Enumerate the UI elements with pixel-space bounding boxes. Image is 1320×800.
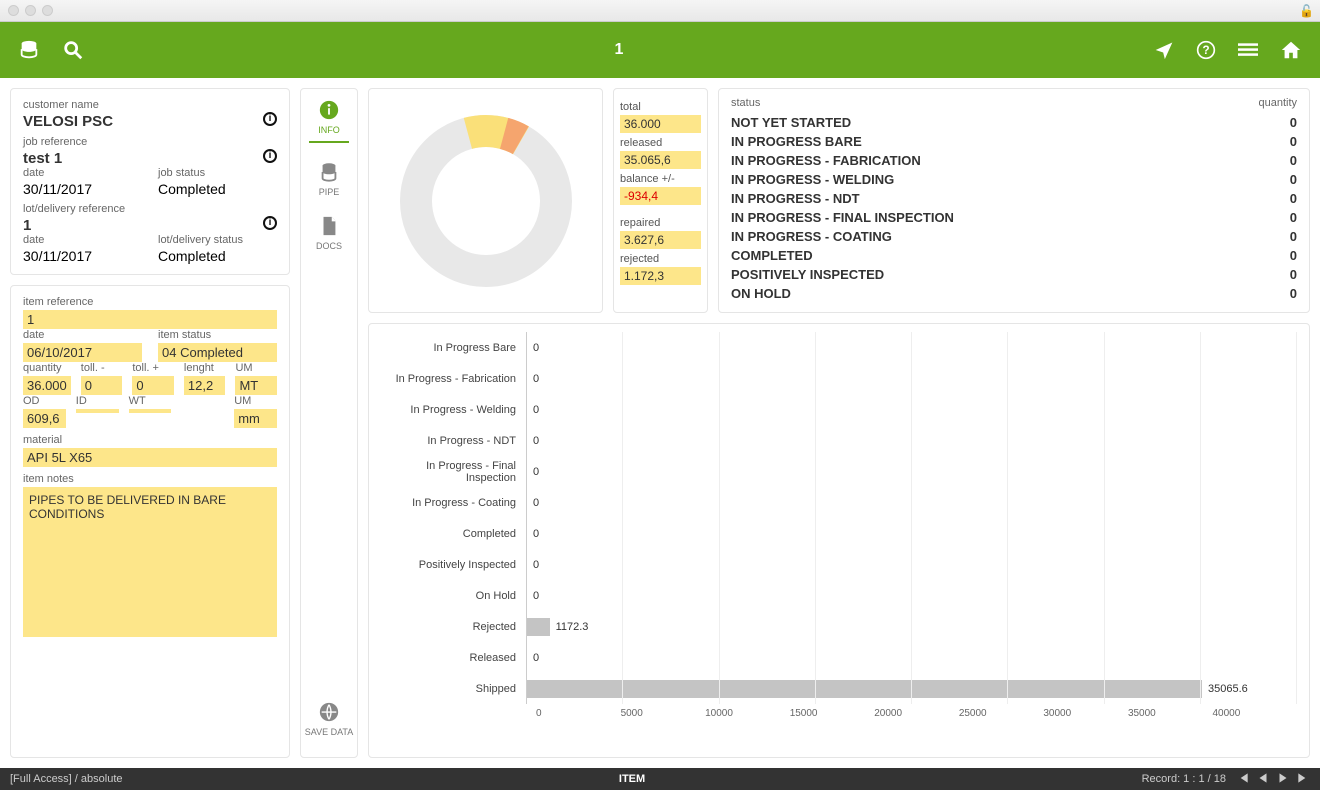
bar-row: In Progress - NDT0 bbox=[381, 425, 1297, 456]
info-icon[interactable]: i bbox=[263, 112, 277, 126]
job-ref-label: job reference bbox=[23, 136, 277, 148]
status-row: IN PROGRESS - FINAL INSPECTION0 bbox=[731, 208, 1297, 227]
stat-repaired: 3.627,6 bbox=[620, 231, 701, 249]
nav-last-icon[interactable] bbox=[1296, 771, 1310, 788]
home-icon[interactable] bbox=[1280, 39, 1302, 61]
tab-info[interactable]: INFO bbox=[309, 99, 349, 143]
status-row: ON HOLD0 bbox=[731, 284, 1297, 303]
tab-docs[interactable]: DOCS bbox=[316, 215, 342, 251]
location-icon[interactable] bbox=[1154, 40, 1174, 60]
job-status: Completed bbox=[158, 181, 277, 197]
lot-ref: 1 bbox=[23, 217, 277, 234]
nav-prev-icon[interactable] bbox=[1256, 771, 1270, 788]
save-data-button[interactable]: SAVE DATA bbox=[305, 701, 354, 737]
bar-row: Shipped35065.6 bbox=[381, 673, 1297, 704]
status-row: NOT YET STARTED0 bbox=[731, 113, 1297, 132]
window-close-icon[interactable] bbox=[8, 5, 19, 16]
item-date[interactable]: 06/10/2017 bbox=[23, 343, 142, 362]
menu-icon[interactable] bbox=[1238, 40, 1258, 60]
info-icon[interactable]: i bbox=[263, 149, 277, 163]
item-wt[interactable] bbox=[129, 409, 172, 413]
search-icon[interactable] bbox=[62, 39, 84, 61]
customer-name-label: customer name bbox=[23, 99, 277, 111]
help-icon[interactable]: ? bbox=[1196, 40, 1216, 60]
database-icon[interactable] bbox=[18, 39, 40, 61]
bar-row: In Progress - Fabrication0 bbox=[381, 363, 1297, 394]
status-row: COMPLETED0 bbox=[731, 246, 1297, 265]
bar-row: In Progress Bare0 bbox=[381, 332, 1297, 363]
window-titlebar: 🔓 bbox=[0, 0, 1320, 22]
item-len[interactable]: 12,2 bbox=[184, 376, 226, 395]
bar-row: In Progress - Coating0 bbox=[381, 487, 1297, 518]
footer-mode: ITEM bbox=[123, 773, 1142, 785]
stat-total: 36.000 bbox=[620, 115, 701, 133]
item-notes[interactable]: PIPES TO BE DELIVERED IN BARE CONDITIONS bbox=[23, 487, 277, 637]
donut-chart bbox=[368, 88, 603, 313]
lot-date: 30/11/2017 bbox=[23, 248, 142, 264]
status-row: IN PROGRESS - FABRICATION0 bbox=[731, 151, 1297, 170]
bar-row: In Progress - Welding0 bbox=[381, 394, 1297, 425]
toolbar: 1 ? bbox=[0, 22, 1320, 78]
side-tabs: INFO PIPE DOCS SAVE DATA bbox=[300, 88, 358, 758]
info-icon[interactable]: i bbox=[263, 216, 277, 230]
nav-first-icon[interactable] bbox=[1236, 771, 1250, 788]
job-ref: test 1 bbox=[23, 150, 277, 167]
bar-row: Rejected1172.3 bbox=[381, 611, 1297, 642]
item-tolp[interactable]: 0 bbox=[132, 376, 174, 395]
item-card: item reference 1 date06/10/2017 item sta… bbox=[10, 285, 290, 758]
bar-row: On Hold0 bbox=[381, 580, 1297, 611]
item-um[interactable]: MT bbox=[235, 376, 277, 395]
nav-next-icon[interactable] bbox=[1276, 771, 1290, 788]
item-od[interactable]: 609,6 bbox=[23, 409, 66, 428]
svg-text:?: ? bbox=[1202, 44, 1209, 57]
item-qty[interactable]: 36.000 bbox=[23, 376, 71, 395]
item-status[interactable]: 04 Completed bbox=[158, 343, 277, 362]
customer-card: customer name VELOSI PSC i job reference… bbox=[10, 88, 290, 275]
status-row: IN PROGRESS - NDT0 bbox=[731, 189, 1297, 208]
record-indicator: Record: 1 : 1 / 18 bbox=[1142, 773, 1226, 785]
lock-icon[interactable]: 🔓 bbox=[1299, 4, 1314, 18]
status-row: IN PROGRESS - COATING0 bbox=[731, 227, 1297, 246]
item-ref[interactable]: 1 bbox=[23, 310, 277, 329]
stat-rejected: 1.172,3 bbox=[620, 267, 701, 285]
item-id[interactable] bbox=[76, 409, 119, 413]
item-material[interactable]: API 5L X65 bbox=[23, 448, 277, 467]
job-date: 30/11/2017 bbox=[23, 181, 142, 197]
status-table: statusquantity NOT YET STARTED0IN PROGRE… bbox=[718, 88, 1310, 313]
stat-balance: -934,4 bbox=[620, 187, 701, 205]
bar-chart: In Progress Bare0In Progress - Fabricati… bbox=[368, 323, 1310, 758]
page-title: 1 bbox=[84, 41, 1154, 59]
bar-row: Completed0 bbox=[381, 518, 1297, 549]
stats-card: total 36.000 released 35.065,6 balance +… bbox=[613, 88, 708, 313]
status-row: IN PROGRESS BARE0 bbox=[731, 132, 1297, 151]
window-zoom-icon[interactable] bbox=[42, 5, 53, 16]
footer-access: [Full Access] / absolute bbox=[10, 773, 123, 785]
stat-released: 35.065,6 bbox=[620, 151, 701, 169]
item-tolm[interactable]: 0 bbox=[81, 376, 123, 395]
bar-row: Positively Inspected0 bbox=[381, 549, 1297, 580]
bar-row: In Progress - Final Inspection0 bbox=[381, 456, 1297, 487]
bar-row: Released0 bbox=[381, 642, 1297, 673]
tab-pipe[interactable]: PIPE bbox=[318, 161, 340, 197]
lot-status: Completed bbox=[158, 248, 277, 264]
customer-name: VELOSI PSC bbox=[23, 113, 277, 130]
window-minimize-icon[interactable] bbox=[25, 5, 36, 16]
footer: [Full Access] / absolute ITEM Record: 1 … bbox=[0, 768, 1320, 790]
status-row: POSITIVELY INSPECTED0 bbox=[731, 265, 1297, 284]
item-um2[interactable]: mm bbox=[234, 409, 277, 428]
status-row: IN PROGRESS - WELDING0 bbox=[731, 170, 1297, 189]
